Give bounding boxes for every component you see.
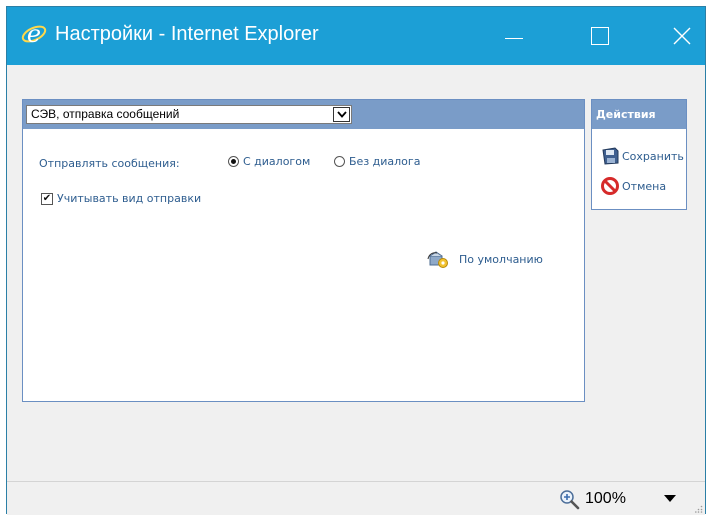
checkbox-checked-icon[interactable]: ✔ bbox=[41, 192, 53, 205]
zoom-level[interactable]: 100% bbox=[585, 490, 626, 508]
consider-send-type-label: Учитывать вид отправки bbox=[57, 192, 202, 205]
save-label: Сохранить bbox=[622, 149, 684, 163]
internet-explorer-icon: e bbox=[21, 21, 47, 47]
maximize-button[interactable] bbox=[577, 7, 623, 65]
svg-text:e: e bbox=[27, 21, 41, 47]
radio-unselected-icon[interactable] bbox=[334, 156, 345, 167]
actions-header: Действия bbox=[592, 100, 686, 129]
dialog-content: СЭВ, отправка сообщений Отправлять сообщ… bbox=[7, 65, 705, 481]
status-bar: 100% bbox=[7, 481, 705, 515]
save-button[interactable]: Сохранить bbox=[600, 146, 684, 166]
title-bar[interactable]: e Настройки - Internet Explorer bbox=[7, 7, 705, 65]
ie-window: e Настройки - Internet Explorer СЭВ, отп… bbox=[6, 6, 706, 515]
close-icon bbox=[673, 27, 691, 45]
radio-without-dialog-label: Без диалога bbox=[349, 155, 421, 168]
radio-with-dialog-label: С диалогом bbox=[243, 155, 311, 168]
actions-panel: Действия Сохранить Отмена bbox=[591, 99, 687, 210]
reset-defaults-icon bbox=[427, 251, 448, 268]
default-settings-label: По умолчанию bbox=[459, 252, 543, 266]
radio-selected-icon[interactable] bbox=[228, 156, 239, 167]
zoom-in-icon[interactable] bbox=[559, 489, 581, 511]
resize-grip-icon[interactable] bbox=[695, 505, 703, 513]
minimize-icon bbox=[505, 37, 523, 39]
settings-category-select[interactable]: СЭВ, отправка сообщений bbox=[26, 105, 352, 124]
consider-send-type-checkbox[interactable]: ✔ Учитывать вид отправки bbox=[41, 192, 201, 205]
zoom-dropdown-icon[interactable] bbox=[664, 495, 676, 502]
radio-without-dialog[interactable]: Без диалога bbox=[334, 155, 420, 168]
minimize-button[interactable] bbox=[491, 7, 537, 65]
select-dropdown-button[interactable] bbox=[333, 107, 350, 122]
chevron-down-icon bbox=[336, 111, 347, 118]
send-messages-label: Отправлять сообщения: bbox=[39, 157, 180, 170]
cancel-label: Отмена bbox=[622, 179, 667, 193]
radio-with-dialog[interactable]: С диалогом bbox=[228, 155, 310, 168]
close-button[interactable] bbox=[659, 7, 705, 65]
settings-category-value: СЭВ, отправка сообщений bbox=[31, 107, 180, 121]
default-settings-link[interactable]: По умолчанию bbox=[427, 250, 543, 268]
maximize-icon bbox=[591, 27, 609, 45]
cancel-button[interactable]: Отмена bbox=[600, 176, 666, 196]
prohibited-icon bbox=[601, 177, 619, 195]
floppy-disk-icon bbox=[602, 147, 619, 165]
settings-panel: СЭВ, отправка сообщений Отправлять сообщ… bbox=[22, 99, 585, 402]
window-title: Настройки - Internet Explorer bbox=[55, 23, 319, 45]
settings-panel-header: СЭВ, отправка сообщений bbox=[23, 100, 584, 129]
